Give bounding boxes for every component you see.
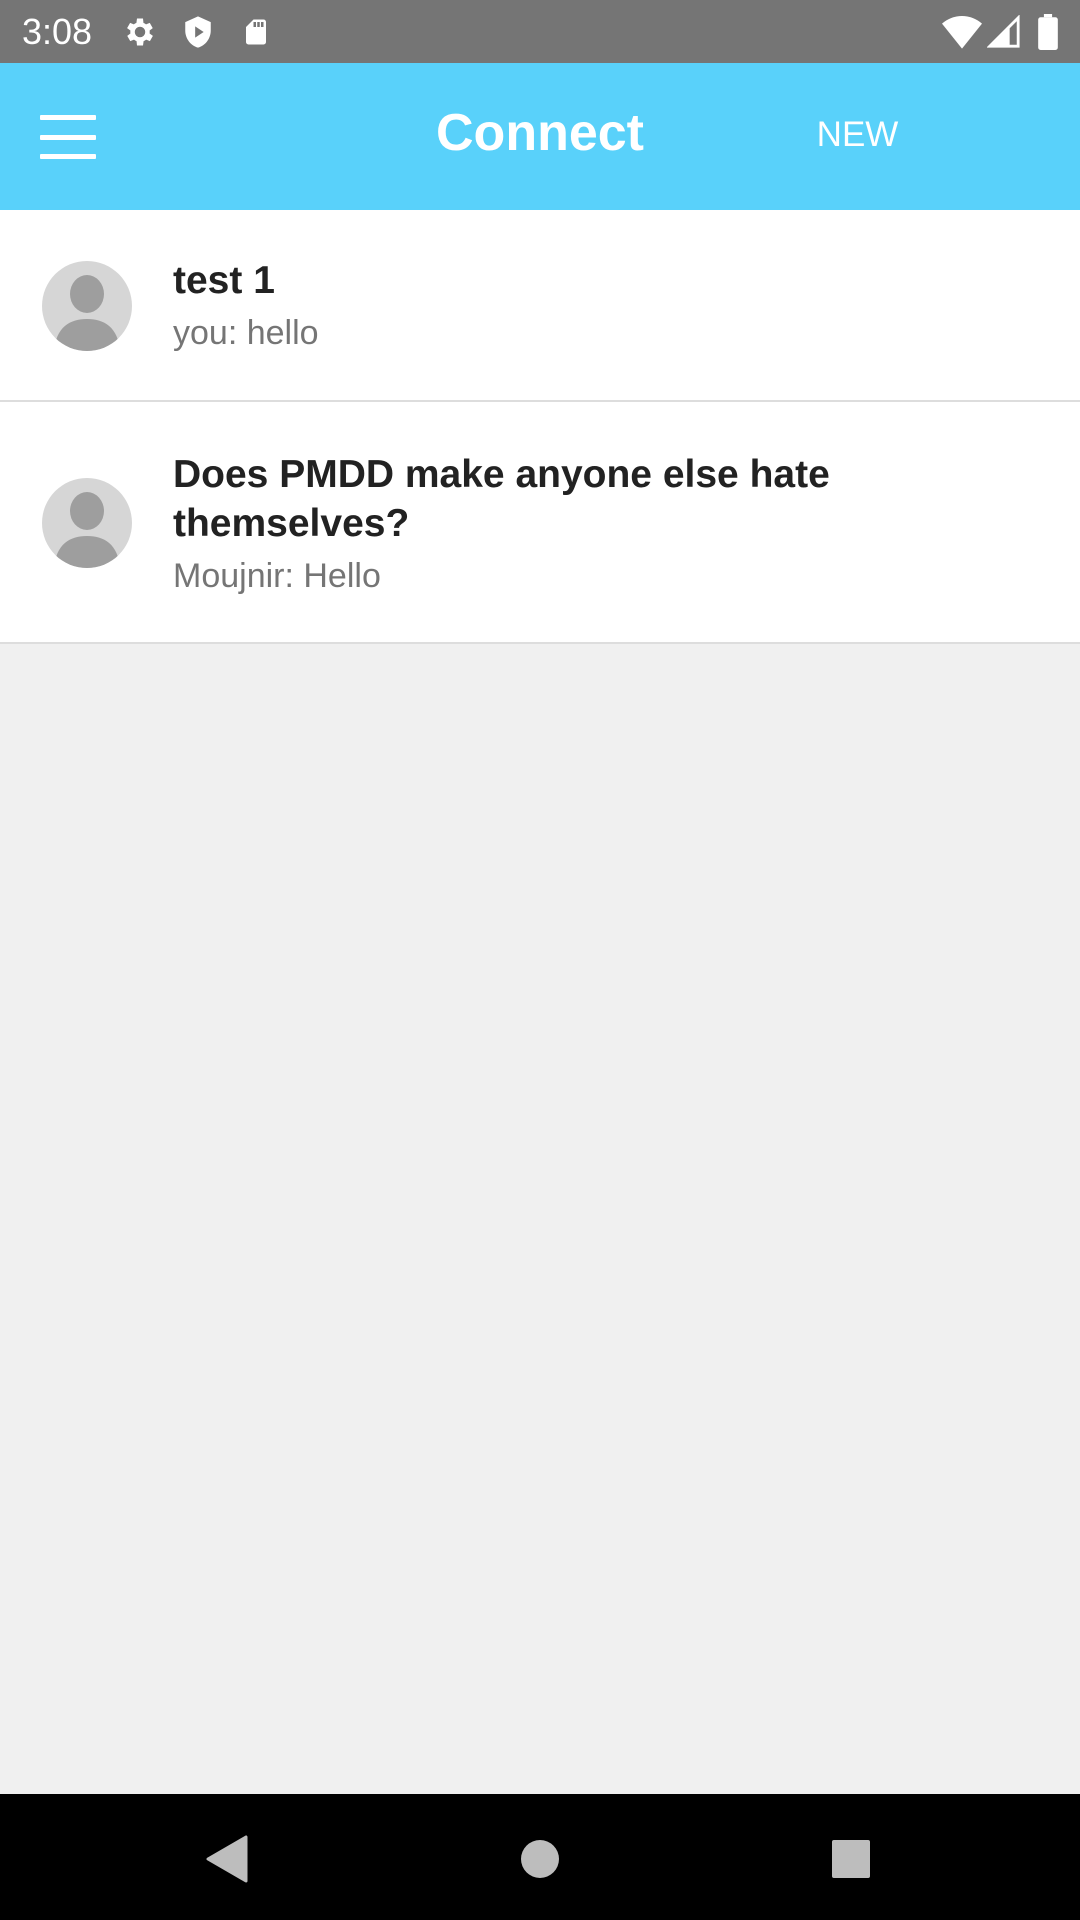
list-item[interactable]: test 1 you: hello [0, 210, 1080, 402]
status-bar: 3:08 [0, 0, 1080, 63]
conversation-list: test 1 you: hello Does PMDD make anyone … [0, 210, 1080, 644]
recents-icon[interactable] [821, 1829, 881, 1889]
sd-card-icon [236, 12, 276, 52]
shield-icon [178, 12, 218, 52]
navigation-bar [0, 1794, 1080, 1920]
avatar [42, 478, 132, 568]
avatar [42, 261, 132, 351]
gear-icon [120, 12, 160, 52]
conversation-last-message: Moujnir: Hello [173, 557, 381, 595]
back-icon[interactable] [196, 1829, 256, 1889]
new-button[interactable]: NEW [780, 110, 935, 160]
list-item[interactable]: Does PMDD make anyone else hate themselv… [0, 402, 1080, 644]
wifi-icon [942, 12, 982, 52]
conversation-title: test 1 [173, 259, 275, 302]
conversation-title: Does PMDD make anyone else hate themselv… [173, 453, 830, 545]
home-icon[interactable] [510, 1829, 570, 1889]
status-time: 3:08 [22, 11, 93, 52]
app-bar: Connect NEW [0, 63, 1080, 210]
battery-icon [1028, 12, 1068, 52]
signal-icon [984, 12, 1024, 52]
conversation-last-message: you: hello [173, 314, 319, 352]
